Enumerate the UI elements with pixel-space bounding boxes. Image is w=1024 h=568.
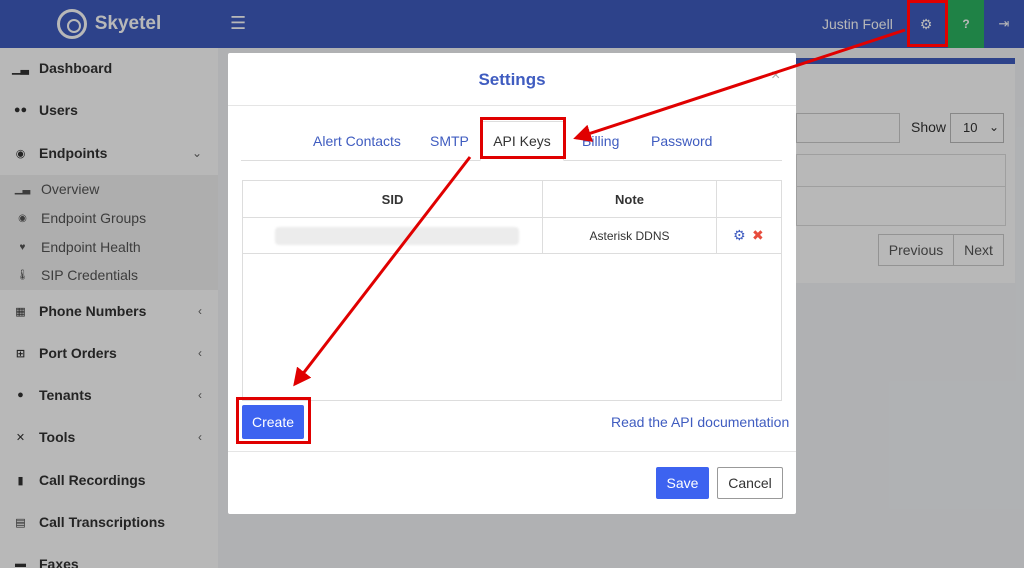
arrow-to-api-keys <box>573 28 906 142</box>
arrow-to-create <box>293 156 472 387</box>
annotation-arrows <box>293 28 906 387</box>
